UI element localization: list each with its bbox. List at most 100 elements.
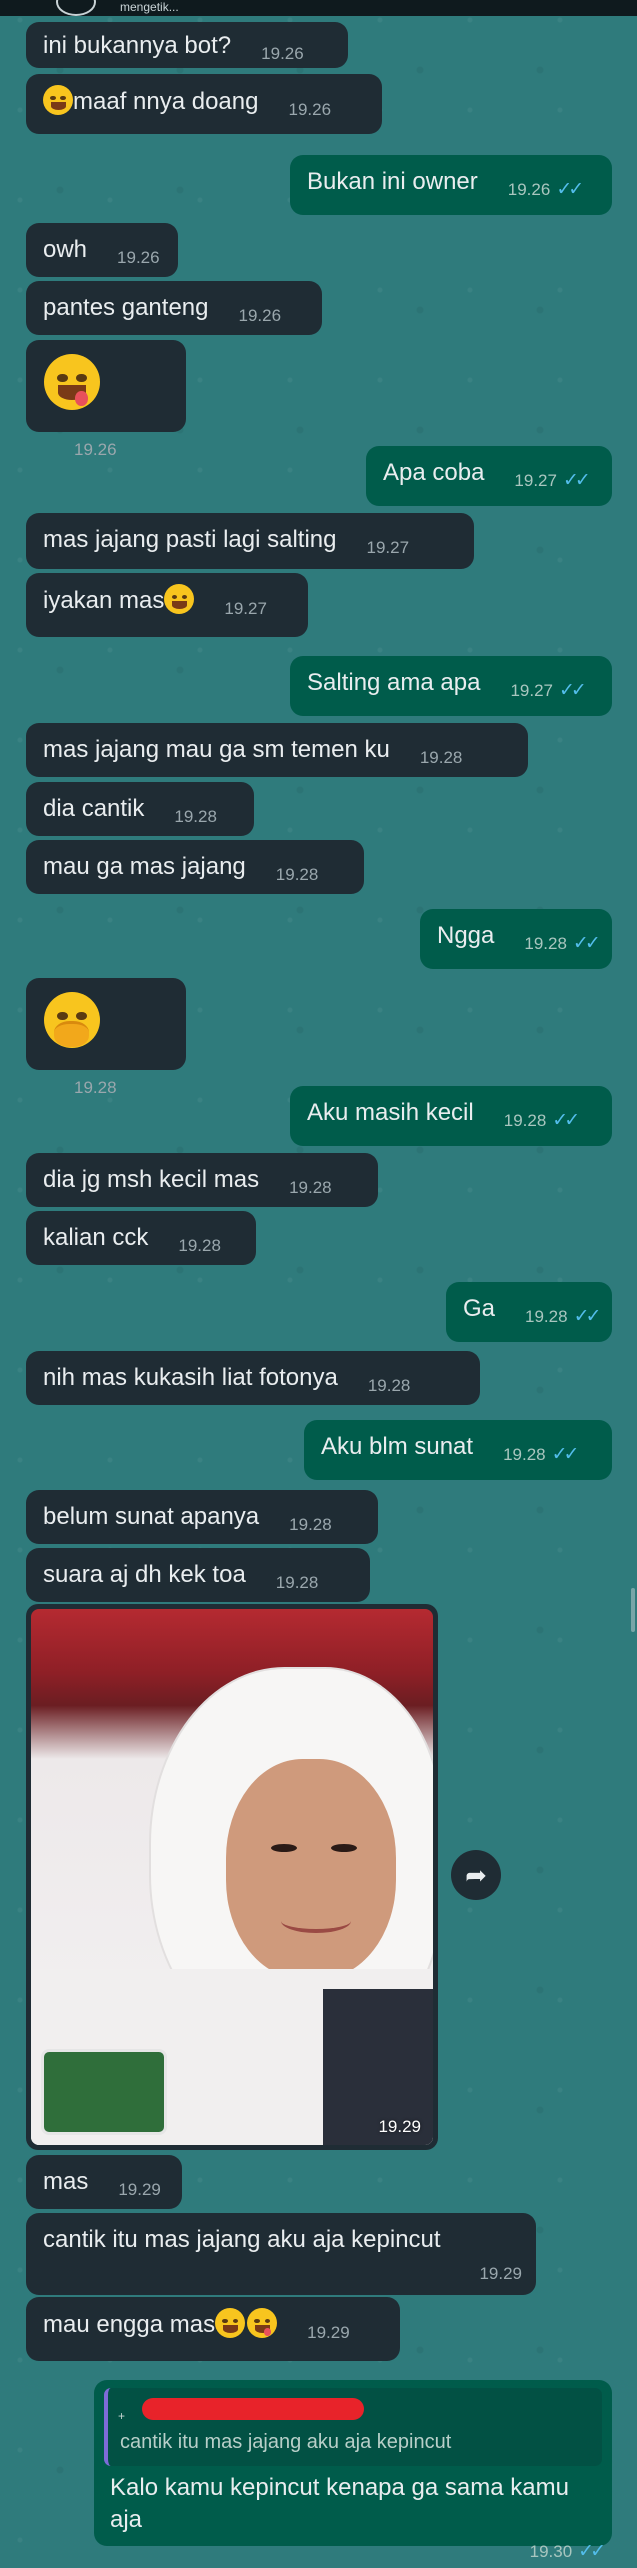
message-time: 19.28 bbox=[74, 1078, 117, 1097]
quoted-text: cantik itu mas jajang aku aja kepincut bbox=[120, 2431, 452, 2453]
message-bubble[interactable]: pantes ganteng 19.26 bbox=[26, 281, 322, 335]
message-bubble[interactable]: dia jg msh kecil mas 19.28 bbox=[26, 1153, 378, 1207]
message-text: Apa coba bbox=[383, 459, 485, 486]
reply-message-bubble[interactable]: + cantik itu mas jajang aku aja kepincut… bbox=[94, 2380, 612, 2562]
redacted-sender-name bbox=[142, 2398, 364, 2420]
message-text: mas jajang pasti lagi salting bbox=[43, 526, 337, 553]
message-bubble[interactable]: belum sunat apanya 19.28 bbox=[26, 1490, 378, 1544]
double-check-icon: ✓✓ bbox=[572, 933, 601, 954]
face-with-tongue-emoji-icon bbox=[247, 2308, 278, 2338]
message-time: 19.28 bbox=[367, 1376, 411, 1395]
message-bubble[interactable]: 19.26 bbox=[26, 340, 186, 459]
message-text: Aku masih kecil bbox=[307, 1099, 474, 1126]
face-with-hand-over-mouth-emoji-icon bbox=[44, 992, 100, 1048]
message-bubble[interactable]: Bukan ini owner 19.26 ✓✓ bbox=[290, 155, 612, 215]
message-time: 19.28 bbox=[289, 1178, 332, 1197]
message-time: 19.28 bbox=[503, 1111, 547, 1130]
message-bubble[interactable]: mau ga mas jajang 19.28 bbox=[26, 840, 364, 894]
message-bubble[interactable]: Apa coba 19.27 ✓✓ bbox=[366, 446, 612, 506]
message-bubble[interactable]: Aku masih kecil 19.28 ✓✓ bbox=[290, 1086, 612, 1146]
message-bubble[interactable]: mau engga mas 19.29 bbox=[26, 2297, 400, 2361]
chat-area[interactable]: ini bukannya bot? 19.26 maaf nnya doang 19… bbox=[0, 0, 637, 2562]
message-text: dia cantik bbox=[43, 795, 145, 822]
message-bubble[interactable]: iyakan mas 19.27 bbox=[26, 573, 308, 637]
double-check-icon: ✓✓ bbox=[556, 179, 584, 200]
message-time: 19.26 bbox=[74, 440, 117, 459]
photo-image[interactable]: 19.29 bbox=[31, 1609, 433, 2145]
message-time: 19.26 bbox=[238, 306, 282, 325]
message-bubble[interactable]: cantik itu mas jajang aku aja kepincut 19… bbox=[26, 2213, 536, 2295]
message-text: maaf nnya doang bbox=[73, 88, 259, 115]
message-bubble[interactable]: 19.28 bbox=[26, 978, 186, 1097]
message-text: mau ga mas jajang bbox=[43, 853, 246, 880]
message-text: mau engga mas bbox=[43, 2311, 216, 2338]
message-time: 19.28 bbox=[525, 1307, 568, 1326]
message-text: ini bukannya bot? bbox=[43, 32, 232, 59]
double-check-icon: ✓✓ bbox=[578, 2541, 606, 2562]
photo-message[interactable]: 19.29 bbox=[26, 1604, 438, 2150]
message-text: Ngga bbox=[437, 922, 495, 949]
message-time: 19.26 bbox=[288, 100, 332, 119]
message-text: pantes ganteng bbox=[43, 294, 209, 321]
message-text: Salting ama apa bbox=[307, 669, 481, 696]
message-bubble[interactable]: Aku blm sunat 19.28 ✓✓ bbox=[304, 1420, 612, 1480]
message-time: 19.28 bbox=[503, 1445, 546, 1464]
message-bubble[interactable]: nih mas kukasih liat fotonya 19.28 bbox=[26, 1351, 480, 1405]
face-savoring-food-emoji-icon bbox=[44, 354, 100, 410]
message-time: 19.26 bbox=[117, 248, 160, 267]
forward-icon[interactable]: ➦ bbox=[451, 1850, 501, 1900]
message-time: 19.28 bbox=[289, 1515, 332, 1534]
message-text: suara aj dh kek toa bbox=[43, 1561, 246, 1588]
message-bubble[interactable]: Ngga 19.28 ✓✓ bbox=[420, 909, 612, 969]
message-bubble[interactable]: mas 19.29 bbox=[26, 2155, 182, 2209]
message-text: owh bbox=[43, 236, 88, 263]
message-text: belum sunat apanya bbox=[43, 1503, 260, 1530]
message-bubble[interactable]: kalian cck 19.28 bbox=[26, 1211, 256, 1265]
message-bubble[interactable]: Ga 19.28 ✓✓ bbox=[446, 1282, 612, 1342]
double-check-icon: ✓✓ bbox=[559, 680, 587, 701]
message-text: iyakan mas bbox=[43, 587, 165, 614]
message-bubble[interactable]: ini bukannya bot? 19.26 bbox=[26, 22, 348, 68]
message-text: Kalo kamu kepincut kenapa ga sama kamu a… bbox=[110, 2474, 569, 2533]
message-time: 19.26 bbox=[507, 180, 551, 199]
message-time: 19.30 bbox=[529, 2542, 573, 2561]
message-time: 19.28 bbox=[178, 1236, 221, 1255]
message-time: 19.27 bbox=[224, 599, 267, 618]
message-time: 19.29 bbox=[378, 2117, 421, 2136]
message-time: 19.28 bbox=[275, 1573, 319, 1592]
message-text: nih mas kukasih liat fotonya bbox=[43, 1364, 338, 1391]
scrollbar[interactable] bbox=[631, 1588, 635, 1632]
message-bubble[interactable]: mas jajang mau ga sm temen ku 19.28 bbox=[26, 723, 528, 777]
smiling-face-emoji-icon bbox=[164, 584, 195, 614]
message-time: 19.29 bbox=[118, 2180, 161, 2199]
message-text: Bukan ini owner bbox=[307, 168, 478, 195]
message-time: 19.28 bbox=[174, 807, 217, 826]
message-time: 19.26 bbox=[261, 44, 304, 63]
double-check-icon: ✓✓ bbox=[573, 1306, 602, 1327]
message-time: 19.27 bbox=[510, 681, 553, 700]
message-text: kalian cck bbox=[43, 1224, 149, 1251]
message-bubble[interactable]: suara aj dh kek toa 19.28 bbox=[26, 1548, 370, 1602]
message-time: 19.28 bbox=[419, 748, 463, 767]
message-bubble[interactable]: owh 19.26 bbox=[26, 223, 178, 277]
message-text: Ga bbox=[463, 1295, 496, 1322]
message-text: Aku blm sunat bbox=[321, 1433, 474, 1460]
double-check-icon: ✓✓ bbox=[562, 470, 591, 491]
smirking-face-emoji-icon bbox=[215, 2308, 246, 2338]
message-bubble[interactable]: dia cantik 19.28 bbox=[26, 782, 254, 836]
message-time: 19.29 bbox=[479, 2264, 522, 2283]
message-time: 19.29 bbox=[307, 2323, 350, 2342]
double-check-icon: ✓✓ bbox=[551, 1444, 580, 1465]
message-text: cantik itu mas jajang aku aja kepincut bbox=[43, 2226, 441, 2253]
message-bubble[interactable]: mas jajang pasti lagi salting 19.27 bbox=[26, 513, 474, 569]
school-badge bbox=[41, 2049, 167, 2135]
message-text: mas jajang mau ga sm temen ku bbox=[43, 736, 390, 763]
message-time: 19.28 bbox=[524, 934, 567, 953]
message-time: 19.27 bbox=[514, 471, 557, 490]
message-bubble[interactable]: Salting ama apa 19.27 ✓✓ bbox=[290, 656, 612, 716]
message-bubble[interactable]: maaf nnya doang 19.26 bbox=[26, 74, 382, 134]
double-check-icon: ✓✓ bbox=[552, 1110, 580, 1131]
grinning-face-emoji-icon bbox=[43, 85, 73, 115]
message-text: dia jg msh kecil mas bbox=[43, 1166, 260, 1193]
quoted-message[interactable]: + cantik itu mas jajang aku aja kepincut bbox=[104, 2388, 602, 2466]
